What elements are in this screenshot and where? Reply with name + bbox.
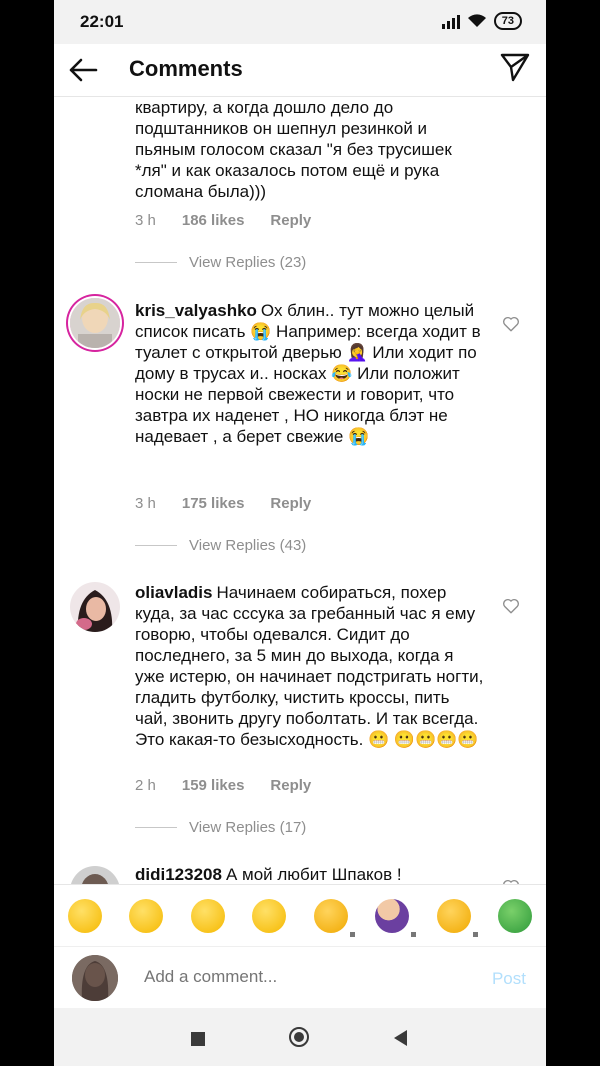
phone-screen: 22:01 73 Comments одежду что бы не вонял… — [54, 0, 546, 1066]
divider — [135, 827, 177, 828]
page-title: Comments — [129, 56, 243, 81]
likes-count[interactable]: 186 likes — [182, 212, 245, 229]
comments-list: одежду что бы не воняли костром на всю к… — [54, 96, 546, 884]
status-bar: 22:01 73 — [54, 0, 546, 44]
view-replies-button[interactable]: View Replies (17) — [135, 819, 306, 836]
reply-button[interactable]: Reply — [270, 212, 311, 229]
raised-hands-emoji-icon[interactable] — [436, 899, 478, 937]
facepalm-emoji-icon[interactable] — [375, 899, 417, 937]
header-bar: Comments — [54, 44, 546, 97]
comment-text: kris_valyashko Ох блин.. тут можно целый … — [135, 301, 481, 446]
avatar[interactable] — [70, 582, 120, 632]
heart-eyes-emoji-icon[interactable] — [252, 899, 287, 933]
signal-icon — [441, 13, 460, 29]
joy-emoji-icon[interactable] — [129, 899, 164, 933]
heart-like-icon[interactable] — [502, 597, 520, 615]
comment-input-bar: Post — [54, 946, 546, 1009]
grin-emoji-icon[interactable] — [190, 899, 225, 933]
status-icons: 73 — [441, 12, 522, 30]
emoji-reaction-bar — [54, 884, 546, 947]
likes-count[interactable]: 175 likes — [182, 495, 245, 512]
comment-meta: 2 h 159 likes Reply — [135, 777, 311, 794]
direct-send-icon[interactable] — [498, 50, 532, 84]
comment-meta: 3 h 175 likes Reply — [135, 495, 311, 512]
comment-text: одежду что бы не воняли костром на всю к… — [135, 98, 452, 201]
comment-time: 2 h — [135, 777, 156, 794]
comment-time: 3 h — [135, 212, 156, 229]
comment-username[interactable]: oliavladis — [135, 583, 212, 602]
my-avatar — [72, 955, 118, 1001]
heart-like-icon[interactable] — [502, 315, 520, 333]
home-icon[interactable] — [289, 1027, 309, 1047]
back-triangle-icon[interactable] — [394, 1030, 407, 1046]
comment-text: oliavladis Начинаем собираться, похер куд… — [135, 583, 484, 749]
avatar[interactable] — [70, 298, 120, 348]
view-replies-button[interactable]: View Replies (23) — [135, 254, 306, 271]
clap-emoji-icon[interactable] — [313, 899, 355, 937]
recents-icon[interactable] — [191, 1032, 205, 1046]
back-arrow-icon[interactable] — [66, 54, 100, 86]
avatar[interactable] — [70, 866, 120, 884]
comment-text: didi123208 А мой любит Шпаков ! — [135, 865, 402, 884]
comment-time: 3 h — [135, 495, 156, 512]
comment-username[interactable]: didi123208 — [135, 865, 222, 884]
status-time: 22:01 — [80, 12, 124, 31]
wifi-icon — [467, 14, 486, 27]
likes-count[interactable]: 159 likes — [182, 777, 245, 794]
divider — [135, 545, 177, 546]
reply-button[interactable]: Reply — [270, 777, 311, 794]
battery-icon: 73 — [493, 12, 522, 30]
comment-input[interactable] — [144, 967, 464, 987]
snake-emoji-icon[interactable] — [498, 899, 533, 933]
divider — [135, 262, 177, 263]
rofl-emoji-icon[interactable] — [67, 899, 102, 933]
reply-button[interactable]: Reply — [270, 495, 311, 512]
comment-username[interactable]: kris_valyashko — [135, 301, 257, 320]
system-nav-bar — [54, 1008, 546, 1066]
view-replies-button[interactable]: View Replies (43) — [135, 537, 306, 554]
post-button[interactable]: Post — [492, 969, 526, 989]
comment-meta: 3 h 186 likes Reply — [135, 212, 311, 229]
